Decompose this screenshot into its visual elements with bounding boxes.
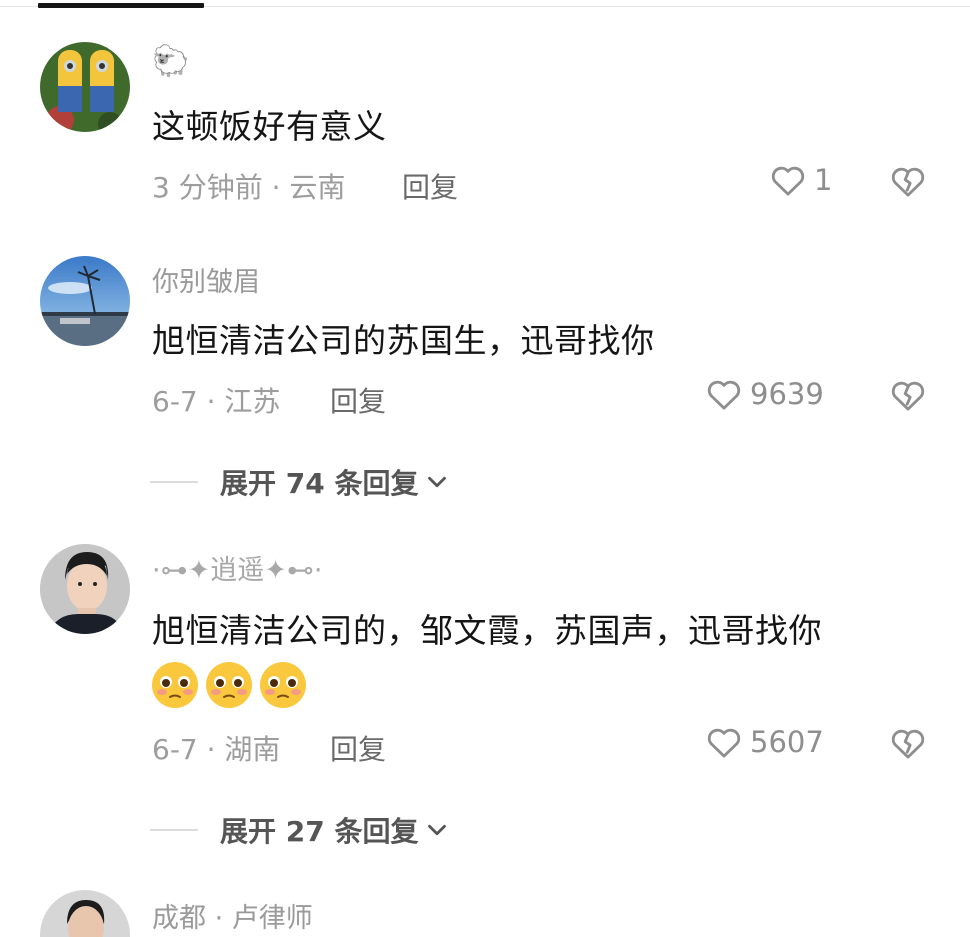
heart-outline-icon bbox=[707, 728, 741, 758]
comment-meta: 6-7 · 湖南 bbox=[152, 733, 281, 766]
divider-dash bbox=[150, 829, 198, 831]
comment-meta: 6-7 · 江苏 bbox=[152, 385, 281, 418]
like-button[interactable]: 1 bbox=[768, 160, 832, 200]
avatar[interactable] bbox=[40, 256, 130, 346]
heart-outline-icon bbox=[771, 166, 805, 196]
comment-text: 旭恒清洁公司的苏国生，迅哥找你 bbox=[152, 321, 655, 360]
username[interactable]: ·⊶✦逍遥✦⊷· bbox=[152, 548, 322, 587]
like-count: 5607 bbox=[750, 725, 824, 759]
avatar[interactable] bbox=[40, 890, 130, 937]
broken-heart-icon[interactable] bbox=[888, 723, 928, 763]
comment-list: 🐑 这顿饭好有意义 3 分钟前 · 云南 回复 1 你别皱眉 旭恒清洁公司的苏国… bbox=[0, 0, 970, 937]
expand-replies-button[interactable]: 展开 74 条回复 bbox=[150, 462, 452, 502]
pleading-face-icon bbox=[206, 662, 252, 708]
comment-meta: 3 分钟前 · 云南 bbox=[152, 171, 346, 204]
comment-text: 旭恒清洁公司的，邹文霞，苏国声，迅哥找你 bbox=[152, 611, 822, 650]
chevron-down-icon bbox=[428, 476, 447, 488]
broken-heart-icon[interactable] bbox=[888, 161, 928, 201]
divider-dash bbox=[150, 481, 198, 483]
reply-button[interactable]: 回复 bbox=[330, 380, 386, 420]
pleading-face-icon bbox=[152, 662, 198, 708]
avatar[interactable] bbox=[40, 544, 130, 634]
like-button[interactable]: 5607 bbox=[704, 722, 824, 762]
chevron-down-icon bbox=[428, 824, 447, 836]
active-tab-indicator bbox=[38, 3, 204, 8]
reply-button[interactable]: 回复 bbox=[402, 166, 458, 206]
like-count: 1 bbox=[814, 163, 833, 197]
expand-replies-label: 展开 27 条回复 bbox=[220, 815, 419, 848]
comment-text: 这顿饭好有意义 bbox=[152, 107, 387, 146]
avatar[interactable] bbox=[40, 42, 130, 132]
heart-outline-icon bbox=[707, 380, 741, 410]
pleading-face-icon bbox=[260, 662, 306, 708]
broken-heart-icon[interactable] bbox=[888, 375, 928, 415]
username[interactable]: 🐑 bbox=[152, 44, 189, 79]
expand-replies-label: 展开 74 条回复 bbox=[220, 467, 419, 500]
like-button[interactable]: 9639 bbox=[704, 374, 824, 414]
emoji-row bbox=[150, 660, 312, 710]
reply-button[interactable]: 回复 bbox=[330, 728, 386, 768]
like-count: 9639 bbox=[750, 377, 824, 411]
username[interactable]: 成都 · 卢律师 bbox=[152, 896, 313, 935]
username[interactable]: 你别皱眉 bbox=[152, 260, 260, 299]
expand-replies-button[interactable]: 展开 27 条回复 bbox=[150, 810, 452, 850]
